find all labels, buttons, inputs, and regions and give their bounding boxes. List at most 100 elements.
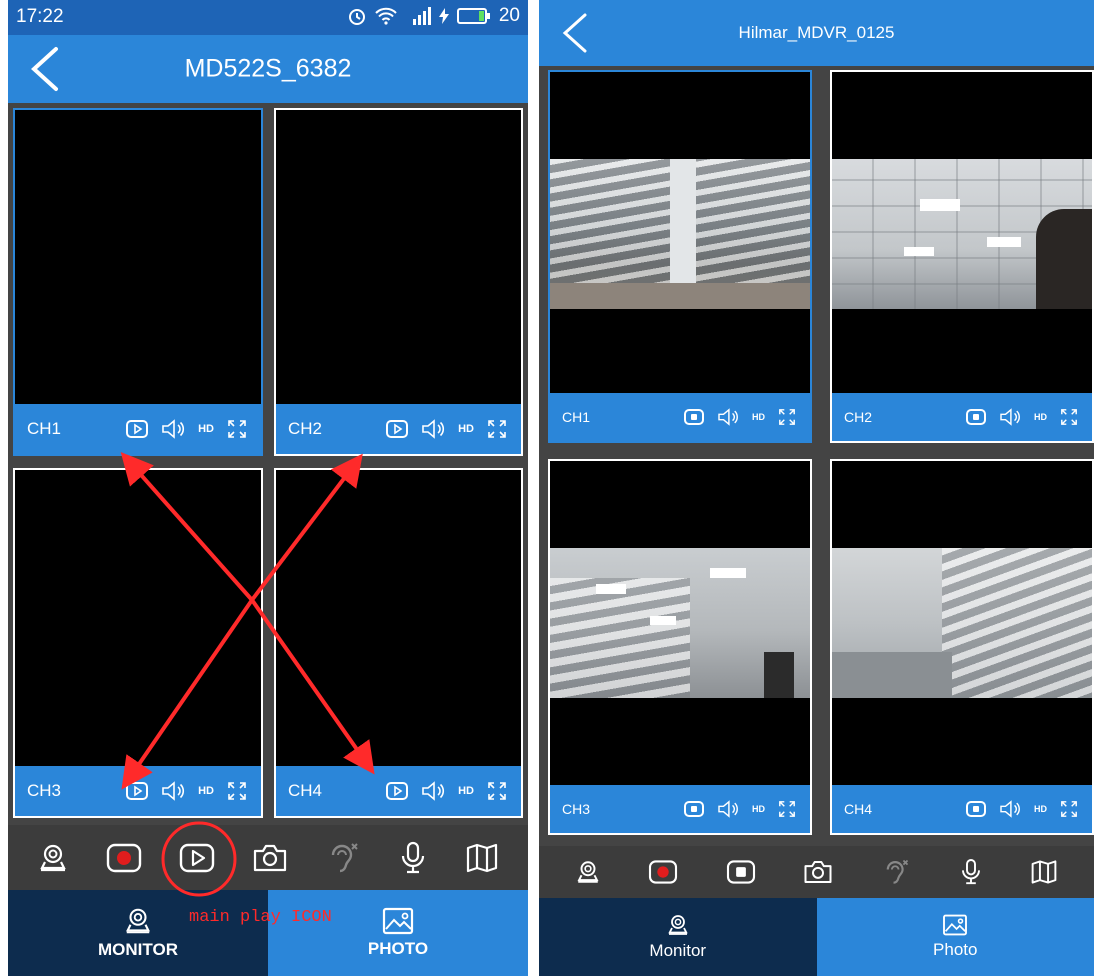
map-icon[interactable] [1030,859,1058,885]
play-icon[interactable] [386,782,409,800]
volume-icon[interactable] [161,419,185,439]
tab-monitor-label: MONITOR [98,940,178,959]
stop-icon[interactable] [966,801,986,817]
fullscreen-icon[interactable] [778,408,796,426]
volume-icon[interactable] [161,781,185,801]
channel-grid: CH1 HD CH2 HD CH3 HD CH4 HD [539,66,1094,846]
channel-bar: CH3 HD [550,785,810,833]
microphone-icon[interactable] [959,858,983,886]
tab-photo-label: Photo [933,940,978,959]
play-icon[interactable] [179,842,215,874]
listen-off-icon[interactable] [881,858,911,886]
hd-toggle[interactable]: HD [198,785,214,797]
channel-label: CH4 [288,781,323,800]
fullscreen-icon[interactable] [227,781,247,801]
device-title: MD522S_6382 [184,54,352,83]
battery-icon [456,8,490,24]
monitor-icon [668,915,688,935]
channel-bar: CH2 HD [832,393,1092,441]
stop-icon[interactable] [684,409,704,425]
channel-bar: CH3 HD [15,766,261,816]
charging-icon [438,8,449,24]
channel-bar: CH2 HD [276,404,521,454]
video-feed [550,548,810,698]
video-feed [832,548,1092,698]
video-feed [832,159,1092,309]
hd-toggle[interactable]: HD [458,423,474,435]
channel-tile-ch2[interactable]: CH2 HD [274,108,523,456]
microphone-icon[interactable] [398,841,428,875]
signal-icon [412,7,431,25]
fullscreen-icon[interactable] [227,419,247,439]
battery-level: 20 [498,5,520,26]
channel-tile-ch3[interactable]: CH3 HD [13,468,263,818]
tab-photo-label: PHOTO [367,939,429,958]
header-bar: MD522S_6382 [8,35,528,103]
tab-photo[interactable]: Photo [816,898,1094,976]
stop-icon[interactable] [684,801,704,817]
record-icon[interactable] [106,842,142,874]
fullscreen-icon[interactable] [487,781,507,801]
channel-tile-ch1[interactable]: CH1 HD [548,70,812,443]
channel-tile-ch4[interactable]: CH4 HD [274,468,523,818]
stop-icon[interactable] [966,409,986,425]
hd-toggle[interactable]: HD [1034,804,1047,814]
hd-toggle[interactable]: HD [752,804,765,814]
monitor-icon[interactable] [37,842,69,874]
video-feed [550,159,810,309]
map-icon[interactable] [465,842,499,874]
volume-icon[interactable] [421,781,445,801]
listen-off-icon[interactable] [325,841,361,875]
stop-icon[interactable] [726,859,756,885]
channel-label: CH4 [844,801,873,817]
photo-icon [943,914,968,936]
camera-icon[interactable] [803,859,833,885]
channel-label: CH1 [27,419,62,438]
channel-label: CH3 [562,801,591,817]
fullscreen-icon[interactable] [1060,408,1078,426]
play-icon[interactable] [126,782,149,800]
left-phone-screen: 17:22 20 MD522S_6382 CH1 HD CH2 HD CH3 H… [8,0,528,976]
hd-toggle[interactable]: HD [1034,412,1047,422]
volume-icon[interactable] [999,800,1021,818]
tab-photo[interactable]: PHOTO [268,890,528,976]
tab-monitor[interactable]: Monitor [539,898,817,976]
alarm-icon [348,9,365,25]
photo-icon [382,907,414,935]
tab-monitor[interactable]: MONITOR [8,890,268,976]
device-title: Hilmar_MDVR_0125 [738,23,895,42]
bottom-navigation: MONITOR PHOTO [8,890,528,976]
channel-label: CH2 [844,409,873,425]
play-icon[interactable] [126,420,149,438]
fullscreen-icon[interactable] [1060,800,1078,818]
channel-tile-ch4[interactable]: CH4 HD [830,459,1094,835]
volume-icon[interactable] [999,408,1021,426]
volume-icon[interactable] [421,419,445,439]
channel-bar: CH1 HD [15,404,261,454]
fullscreen-icon[interactable] [487,419,507,439]
right-phone-screen: Hilmar_MDVR_0125 CH1 HD CH2 HD CH3 HD CH… [539,0,1094,976]
status-time: 17:22 [16,6,64,27]
bottom-toolbar [539,846,1094,898]
wifi-icon [375,7,397,25]
hd-toggle[interactable]: HD [752,412,765,422]
channel-tile-ch1[interactable]: CH1 HD [13,108,263,456]
play-icon[interactable] [386,420,409,438]
channel-label: CH1 [562,409,591,425]
fullscreen-icon[interactable] [778,800,796,818]
annotation-label: main play ICON [189,908,332,927]
camera-icon[interactable] [252,843,288,873]
channel-bar: CH4 HD [832,785,1092,833]
volume-icon[interactable] [717,408,739,426]
channel-tile-ch3[interactable]: CH3 HD [548,459,812,835]
record-icon[interactable] [648,859,678,885]
status-icons: 20 [347,5,520,27]
monitor-icon[interactable] [575,859,601,885]
hd-toggle[interactable]: HD [458,785,474,797]
hd-toggle[interactable]: HD [198,423,214,435]
channel-tile-ch2[interactable]: CH2 HD [830,70,1094,443]
channel-label: CH3 [27,781,62,800]
channel-label: CH2 [288,419,323,438]
monitor-icon [126,908,150,934]
volume-icon[interactable] [717,800,739,818]
